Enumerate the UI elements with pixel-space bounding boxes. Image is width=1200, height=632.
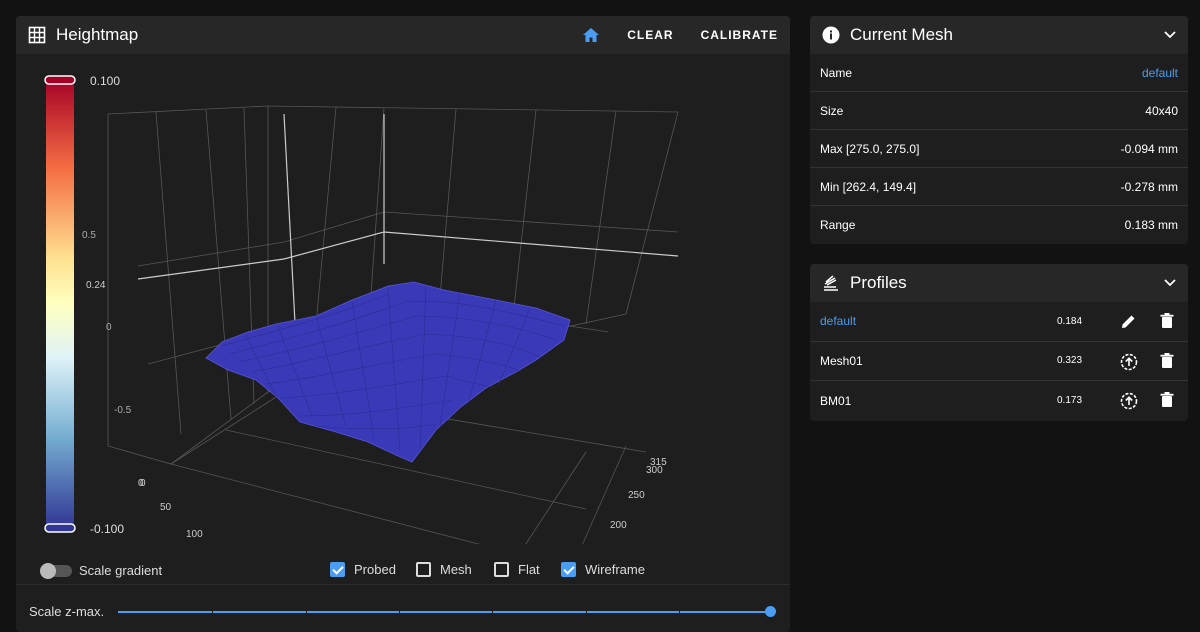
profiles-title: Profiles (850, 273, 907, 292)
x-tick-label: 100 (186, 529, 203, 540)
row-label: Name (820, 65, 853, 80)
checkbox-unchecked-icon (494, 562, 509, 577)
wireframe-checkbox[interactable]: Wireframe (561, 562, 645, 577)
profile-row[interactable]: default 0.184 (810, 302, 1188, 342)
flat-label: Flat (518, 562, 540, 577)
mesh-min-row: Min [262.4, 149.4] -0.278 mm (810, 168, 1188, 206)
scale-zmax-label: Scale z-max. (29, 604, 105, 619)
calibrate-button[interactable]: CALIBRATE (701, 28, 778, 42)
mesh-checkbox[interactable]: Mesh (416, 562, 472, 577)
mesh-name-value[interactable]: default (1142, 66, 1178, 80)
row-label: Range (820, 218, 856, 232)
current-mesh-card: Current Mesh Name default Size 40x40 Max [… (810, 16, 1188, 244)
scale-zmax-area: Scale z-max. (16, 584, 790, 632)
profile-range: 0.173 (1057, 395, 1083, 407)
z-tick-label: 0.5 (82, 230, 96, 241)
scale-zmax-thumb[interactable] (765, 606, 776, 617)
load-profile-icon[interactable] (1120, 392, 1138, 410)
checkbox-unchecked-icon (416, 562, 431, 577)
grid-icon (28, 26, 46, 44)
gradient-min-label: -0.100 (90, 522, 124, 536)
z-tick-label: -0.5 (114, 405, 132, 416)
profiles-header[interactable]: Profiles (810, 264, 1188, 302)
profiles-card: Profiles default 0.184 Mesh01 0.323 BM01… (810, 264, 1188, 421)
heightmap-plot[interactable]: 0.100 -0.100 0.5 0.24 0 -0.5 0 0 50 100 … (16, 54, 790, 544)
checkbox-checked-icon (561, 562, 576, 577)
current-mesh-header[interactable]: Current Mesh (810, 16, 1188, 54)
row-label: Min [262.4, 149.4] (820, 179, 917, 194)
mesh-label: Mesh (440, 562, 472, 577)
z-tick-label: 0 (106, 322, 112, 333)
layers-icon (824, 275, 838, 291)
mesh-size-row: Size 40x40 (810, 92, 1188, 130)
row-label: Max [275.0, 275.0] (820, 141, 920, 156)
heightmap-card: Heightmap CLEAR CALIBRATE 0.100 -0.100 0… (16, 16, 790, 632)
x-tick-label: 50 (160, 502, 172, 513)
profile-range: 0.184 (1057, 315, 1083, 327)
profile-name: BM01 (820, 393, 852, 408)
info-icon (822, 26, 840, 44)
mesh-max-row: Max [275.0, 275.0] -0.094 mm (810, 130, 1188, 168)
row-label: Size (820, 103, 844, 118)
home-icon[interactable] (582, 27, 600, 43)
mesh-range-value: 0.183 mm (1124, 218, 1178, 232)
profile-name: Mesh01 (820, 353, 863, 368)
mesh-surface (205, 281, 571, 463)
heightmap-title: Heightmap (56, 25, 139, 44)
mesh-min-value: -0.278 mm (1120, 179, 1178, 194)
y-tick-label: 200 (610, 520, 627, 531)
profile-row[interactable]: BM01 0.173 (810, 381, 1188, 421)
probed-label: Probed (354, 562, 396, 577)
pencil-icon[interactable] (1120, 313, 1137, 330)
scale-zmax-track[interactable] (118, 611, 772, 613)
mesh-max-value: -0.094 mm (1120, 141, 1178, 156)
profile-range: 0.323 (1057, 355, 1083, 367)
gradient-min-handle[interactable] (44, 523, 76, 533)
wireframe-label: Wireframe (585, 562, 645, 577)
mesh-name-row: Name default (810, 54, 1188, 92)
chevron-down-icon[interactable] (1164, 31, 1176, 39)
probed-checkbox[interactable]: Probed (330, 562, 396, 577)
trash-icon[interactable] (1160, 352, 1174, 369)
heightmap-header: Heightmap CLEAR CALIBRATE (16, 16, 790, 54)
profile-row[interactable]: Mesh01 0.323 (810, 342, 1188, 381)
trash-icon[interactable] (1160, 313, 1174, 329)
trash-icon[interactable] (1160, 392, 1174, 408)
chevron-down-icon[interactable] (1164, 279, 1176, 287)
display-options: Scale gradient Probed Mesh Flat Wirefram… (16, 556, 790, 584)
x-tick-label: 0 (140, 478, 146, 489)
z-tick-label: 0.24 (86, 280, 106, 291)
profile-name[interactable]: default (820, 314, 856, 328)
mesh-size-value: 40x40 (1145, 103, 1178, 118)
current-mesh-title: Current Mesh (850, 25, 953, 44)
y-tick-label: 300 (646, 465, 663, 476)
y-tick-label: 250 (628, 490, 645, 501)
flat-checkbox[interactable]: Flat (494, 562, 540, 577)
scale-gradient-toggle[interactable] (40, 563, 72, 579)
gradient-max-handle[interactable] (44, 75, 76, 85)
load-profile-icon[interactable] (1120, 353, 1138, 371)
scale-gradient-label: Scale gradient (79, 563, 163, 578)
clear-button[interactable]: CLEAR (627, 28, 673, 42)
gradient-bar (46, 78, 74, 528)
mesh-range-row: Range 0.183 mm (810, 206, 1188, 244)
checkbox-checked-icon (330, 562, 345, 577)
gradient-max-label: 0.100 (90, 74, 120, 88)
